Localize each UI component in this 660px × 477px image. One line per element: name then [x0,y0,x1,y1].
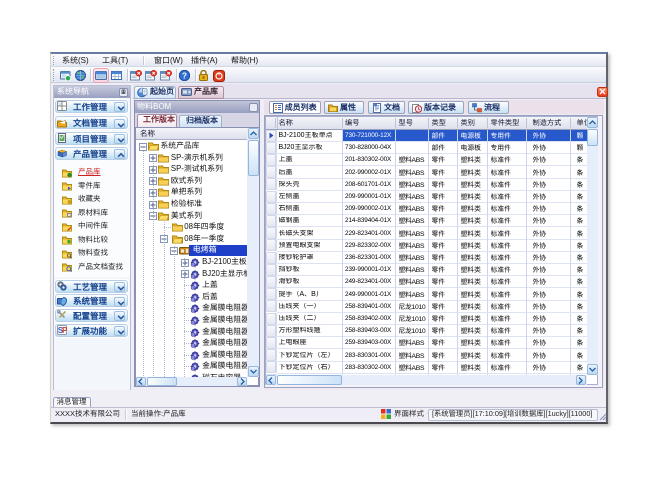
svg-text:?: ? [182,71,187,80]
svg-text:P: P [62,326,67,335]
